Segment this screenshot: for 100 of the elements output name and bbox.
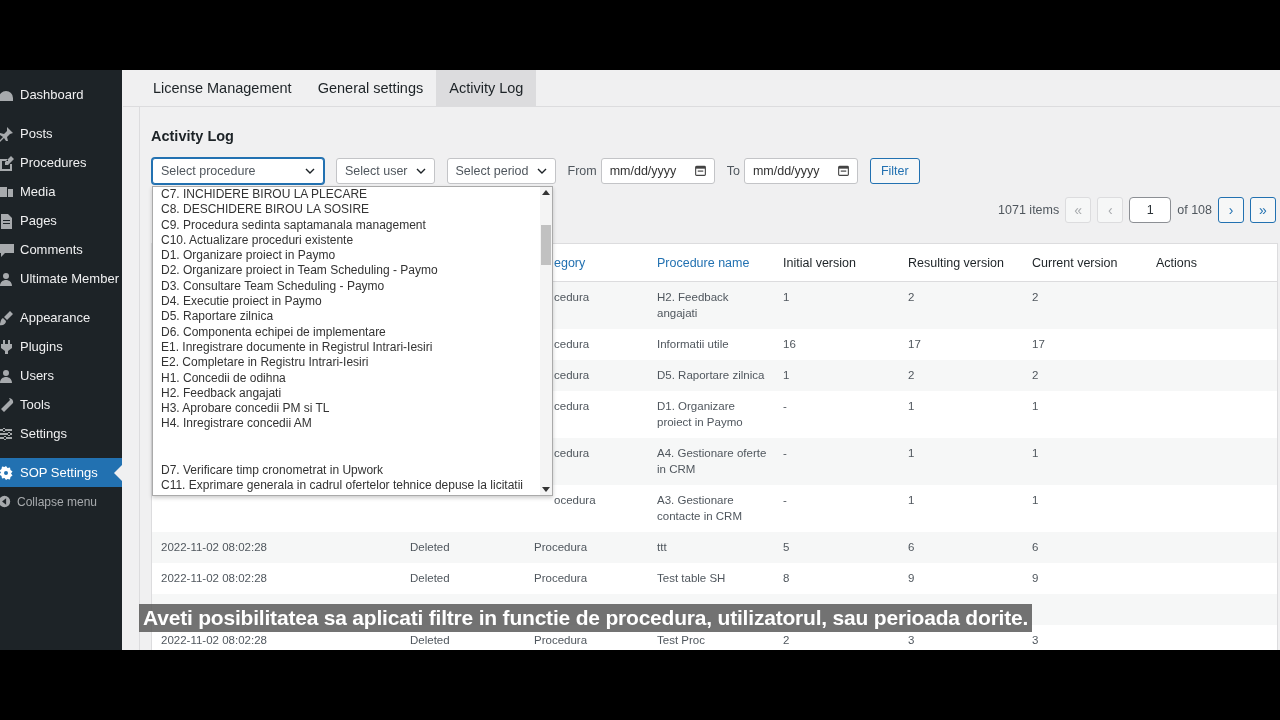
dropdown-option[interactable]: H4. Inregistrare concedii AM xyxy=(161,416,540,432)
pin-icon xyxy=(0,125,14,142)
table-cell-text: cedura xyxy=(554,368,591,383)
sidebar-item[interactable]: Users xyxy=(0,361,122,390)
procedure-select[interactable]: Select procedure xyxy=(152,158,324,184)
page-number-field[interactable]: 1 xyxy=(1129,197,1172,223)
tab[interactable]: Activity Log xyxy=(436,70,537,106)
dropdown-option[interactable]: D6. Componenta echipei de implementare xyxy=(161,324,540,340)
collapse-menu-button[interactable]: Collapse menu xyxy=(0,487,122,516)
dropdown-option[interactable]: E1. Inregistrare documente in Registrul Intrari-Iesiri xyxy=(161,339,540,356)
column-header[interactable]: egory xyxy=(554,255,657,270)
dropdown-option[interactable]: C7. INCHIDERE BIROU LA PLECARE xyxy=(161,187,540,203)
dropdown-option[interactable]: C11. Exprimare generala in cadrul ofertelor tehnice depuse la licitatii xyxy=(161,478,540,494)
table-cell-text: 1 xyxy=(908,493,916,508)
sidebar-item[interactable]: Settings xyxy=(0,419,122,448)
table-cell-text: 17 xyxy=(908,337,922,352)
dropdown-option[interactable]: D1. Organizare proiect in Paymo xyxy=(161,248,540,264)
dropdown-option[interactable]: C8. DESCHIDERE BIROU LA SOSIRE xyxy=(161,202,540,218)
period-select[interactable]: Select period xyxy=(446,158,556,184)
sidebar-item[interactable]: Ultimate Member xyxy=(0,264,122,293)
table-cell-text: 3 xyxy=(908,633,916,648)
table-cell-text: 2022-11-02 08:02:28 xyxy=(161,571,268,586)
table-cell-text: 6 xyxy=(1032,540,1040,555)
table-cell-text: 16 xyxy=(783,337,797,352)
filter-button[interactable]: Filter xyxy=(869,158,920,184)
sliders-icon xyxy=(0,425,14,442)
chevron-icon xyxy=(536,168,547,174)
edit-icon xyxy=(0,154,14,171)
table-cell-text: 1 xyxy=(908,399,916,414)
column-header: Resulting version xyxy=(908,255,1005,270)
sidebar-item[interactable]: Comments xyxy=(0,235,122,264)
dropdown-option[interactable]: C10. Actualizare proceduri existente xyxy=(161,232,540,249)
dropdown-option[interactable]: C9. Procedura sedinta saptamanala management xyxy=(161,217,540,233)
page-heading: Activity Log xyxy=(151,127,235,146)
next-page-button[interactable]: › xyxy=(1218,197,1244,223)
table-cell-text: Procedura xyxy=(534,633,589,648)
sidebar-item[interactable]: Dashboard xyxy=(0,80,122,109)
table-cell-text: 1 xyxy=(783,290,791,305)
column-header: Actions xyxy=(1156,255,1198,270)
table-cell-text: 9 xyxy=(1032,571,1040,586)
from-date-field[interactable]: mm/dd/yyyy xyxy=(600,158,715,184)
sidebar-item[interactable]: Appearance xyxy=(0,303,122,332)
table-cell-text: 1 xyxy=(1032,493,1040,508)
table-cell-text: 3 xyxy=(1032,633,1040,648)
tab[interactable]: General settings xyxy=(304,70,437,106)
table-cell-text: 1 xyxy=(908,446,916,461)
scrollbar[interactable] xyxy=(540,187,552,495)
table-cell-text: 2022-11-02 08:02:28 xyxy=(161,633,268,648)
sidebar-item[interactable]: Tools xyxy=(0,390,122,419)
table-cell-text: 8 xyxy=(783,571,791,586)
table-cell-text: 1 xyxy=(783,368,791,383)
table-cell-text: cedura xyxy=(554,446,591,461)
table-cell-text: ttt xyxy=(657,540,668,555)
table-cell-text: Procedura xyxy=(534,571,589,586)
dropdown-option[interactable]: D3. Consultare Team Scheduling - Paymo xyxy=(161,278,540,295)
dropdown-option[interactable]: H3. Aprobare concedii PM si TL xyxy=(161,401,540,417)
sidebar-item[interactable]: Posts xyxy=(0,119,122,148)
table-cell-text: 9 xyxy=(908,571,916,586)
tab[interactable]: License Management xyxy=(140,70,305,106)
column-header[interactable]: Procedure name xyxy=(657,255,783,270)
table-cell-text: Deleted xyxy=(410,571,451,586)
dropdown-option[interactable]: H2. Feedback angajati xyxy=(161,385,540,402)
to-label: To xyxy=(726,164,740,178)
comment-icon xyxy=(0,241,14,258)
dropdown-option[interactable]: E2. Completare in Registru Intrari-Iesiri xyxy=(161,355,540,371)
table-cell-text: 1 xyxy=(1032,446,1040,461)
from-label: From xyxy=(567,164,597,178)
dropdown-option[interactable]: D2. Organizare proiect in Team Scheduling - Paymo xyxy=(161,263,540,279)
column-header: Current version xyxy=(1032,255,1119,270)
scrollbar-thumb[interactable] xyxy=(541,225,551,265)
sidebar-item[interactable]: Plugins xyxy=(0,332,122,361)
sidebar-item[interactable]: Pages xyxy=(0,206,122,235)
table-cell-text: Test Proc xyxy=(657,633,706,648)
table-cell-text: cedura xyxy=(554,337,591,352)
table-cell-text: 6 xyxy=(908,540,916,555)
table-cell-text: D5. Raportare zilnica xyxy=(657,368,766,383)
sidebar-item[interactable]: SOP Settings xyxy=(0,458,122,487)
table-cell-text: 1 xyxy=(1032,399,1040,414)
dropdown-option[interactable]: D5. Raportare zilnica xyxy=(161,309,540,325)
user-icon xyxy=(0,367,14,384)
page-icon xyxy=(0,212,14,229)
calendar-icon xyxy=(694,165,706,176)
user-select[interactable]: Select user xyxy=(336,158,435,184)
sidebar-item[interactable]: Media xyxy=(0,177,122,206)
sidebar-item[interactable]: Procedures xyxy=(0,148,122,177)
last-page-button[interactable]: » xyxy=(1250,197,1276,223)
table-cell-text: A4. Gestionare oferte in CRM xyxy=(657,446,768,477)
brush-icon xyxy=(0,309,14,326)
dropdown-option[interactable]: H1. Concedii de odihna xyxy=(161,370,540,386)
to-date-field[interactable]: mm/dd/yyyy xyxy=(743,158,858,184)
table-cell-text: 2 xyxy=(908,290,916,305)
dropdown-option[interactable]: D7. Verificare timp cronometrat in Upwork xyxy=(161,462,540,479)
table-cell-text: A3. Gestionare contacte in CRM xyxy=(657,493,743,524)
calendar-icon xyxy=(837,165,849,176)
dropdown-option[interactable]: D4. Executie proiect in Paymo xyxy=(161,294,540,310)
column-header: Initial version xyxy=(783,255,857,270)
scroll-up-icon xyxy=(542,190,550,195)
table-cell-text: - xyxy=(783,399,788,414)
video-caption: Aveti posibilitatea sa aplicati filtre in functie de procedura, utilizatorul, sau perioada dorite. xyxy=(139,604,1033,632)
table-cell-text: 2 xyxy=(1032,368,1040,383)
